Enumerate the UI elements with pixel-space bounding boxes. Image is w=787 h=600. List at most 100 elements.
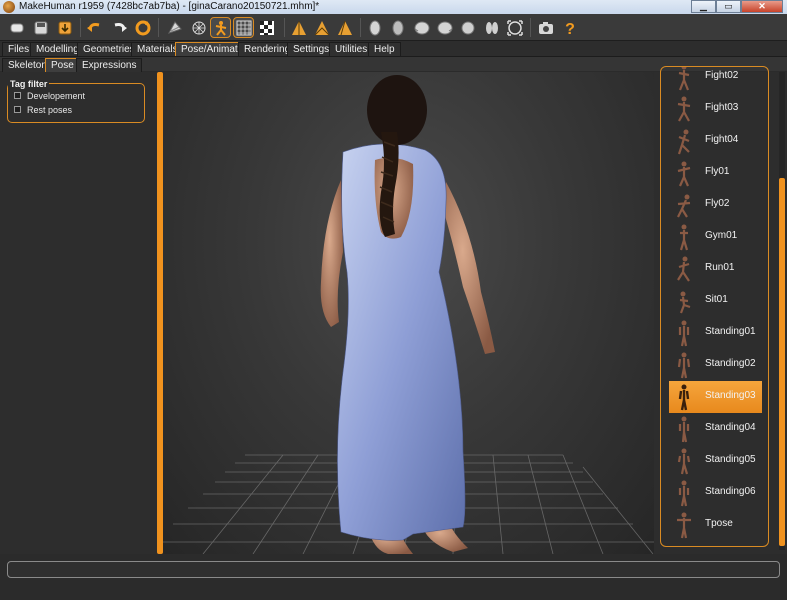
close-button[interactable]: ✕ (741, 0, 783, 13)
maximize-button[interactable]: ▭ (716, 0, 741, 13)
tab-settings[interactable]: Settings (287, 42, 336, 56)
background-icon[interactable] (256, 17, 277, 38)
pose-item[interactable]: Fly01 (661, 157, 768, 189)
pose-item[interactable]: Fly02 (661, 189, 768, 221)
pose-label: Standing06 (705, 486, 756, 497)
save-icon[interactable] (30, 17, 51, 38)
right-panel: Fight02 Fight03 Fight04 Fly01 Fly02 Gym0… (654, 66, 787, 554)
wireframe-icon[interactable] (188, 17, 209, 38)
pose-thumbnail (677, 448, 691, 475)
subtab-pose[interactable]: Pose (45, 58, 80, 72)
tag-filter-group: Tag filter Developement Rest poses (7, 79, 145, 123)
head-right-icon[interactable] (434, 17, 455, 38)
pose-item[interactable]: Gym01 (661, 221, 768, 253)
tag-option-developement[interactable]: Developement (14, 90, 85, 101)
pose-item[interactable]: Run01 (661, 253, 768, 285)
head-front-icon[interactable] (364, 17, 385, 38)
head-top-icon[interactable] (457, 17, 478, 38)
head-bottom-icon[interactable] (481, 17, 502, 38)
3d-viewport[interactable] (163, 72, 654, 554)
pose-item[interactable]: Fight04 (661, 125, 768, 157)
grid-icon[interactable] (233, 17, 254, 38)
reset-camera-icon[interactable] (504, 17, 525, 38)
tab-utilities[interactable]: Utilities (329, 42, 374, 56)
pose-label: Standing05 (705, 454, 756, 465)
side-view-icon[interactable] (334, 17, 355, 38)
pose-label: Run01 (705, 262, 735, 273)
scene-render (163, 75, 654, 554)
pose-label: Fight02 (705, 70, 739, 81)
pose-thumbnail (677, 512, 691, 539)
tag-filter-title: Tag filter (8, 79, 50, 89)
svg-text:?: ? (565, 21, 575, 37)
head-left-icon[interactable] (411, 17, 432, 38)
pose-item[interactable]: Standing06 (661, 477, 768, 509)
main-tabs: Files Modelling Geometries Materials Pos… (0, 41, 787, 56)
pose-item-selected[interactable]: Standing03 (669, 381, 762, 413)
tag-option-rest-poses[interactable]: Rest poses (14, 104, 72, 115)
pose-label: Standing01 (705, 326, 756, 337)
help-icon[interactable]: ? (559, 17, 580, 38)
window-controls: ▁ ▭ ✕ (691, 0, 783, 14)
pose-thumbnail (677, 194, 691, 218)
checkbox[interactable] (14, 106, 21, 113)
new-file-icon[interactable] (6, 17, 27, 38)
pose-label: Standing03 (705, 390, 756, 401)
pose-thumbnail (677, 96, 691, 122)
pose-thumbnail (678, 384, 690, 411)
pose-thumbnail (677, 256, 690, 282)
pose-item[interactable]: Fight02 (661, 67, 768, 93)
pose-thumbnail (677, 161, 691, 187)
pose-label: Fly01 (705, 166, 730, 177)
camera-icon[interactable] (535, 17, 556, 38)
pose-thumbnail (678, 416, 690, 443)
pose-thumbnail (678, 320, 690, 347)
front-view-icon[interactable] (288, 17, 309, 38)
pose-item[interactable]: Sit01 (661, 285, 768, 317)
window-title: MakeHuman r1959 (7428bc7ab7ba) - [ginaCa… (19, 1, 320, 12)
pose-label: Standing04 (705, 422, 756, 433)
back-view-icon[interactable] (311, 17, 332, 38)
status-bar (0, 554, 787, 600)
pose-label: Standing02 (705, 358, 756, 369)
pose-item[interactable]: Standing02 (661, 349, 768, 381)
pose-thumbnail (677, 129, 690, 155)
pose-list-scrollbar[interactable] (779, 72, 785, 550)
pose-label: Fly02 (705, 198, 730, 209)
checkbox[interactable] (14, 92, 21, 99)
pose-thumbnail (679, 224, 689, 251)
toolbar: ? (0, 14, 787, 41)
pose-list: Fight02 Fight03 Fight04 Fly01 Fly02 Gym0… (660, 66, 769, 547)
pose-label: Fight03 (705, 102, 739, 113)
redo-icon[interactable] (108, 17, 129, 38)
reset-icon[interactable] (132, 17, 153, 38)
pose-thumbnail (678, 67, 690, 91)
title-bar: MakeHuman r1959 (7428bc7ab7ba) - [ginaCa… (0, 0, 787, 14)
tab-help[interactable]: Help (368, 42, 401, 56)
pose-thumbnail (679, 291, 691, 314)
pose-item[interactable]: Standing04 (661, 413, 768, 445)
undo-icon[interactable] (84, 17, 105, 38)
status-field (7, 561, 780, 578)
tag-option-label: Rest poses (27, 104, 73, 115)
pose-label: Tpose (705, 518, 733, 529)
tag-option-label: Developement (27, 90, 86, 101)
pose-thumbnail (678, 480, 690, 507)
app-icon (3, 1, 15, 13)
pose-item[interactable]: Standing05 (661, 445, 768, 477)
scrollbar-thumb[interactable] (779, 178, 785, 546)
subtab-expressions[interactable]: Expressions (76, 58, 143, 72)
pose-label: Gym01 (705, 230, 738, 241)
pose-item[interactable]: Fight03 (661, 93, 768, 125)
pose-icon[interactable] (210, 17, 231, 38)
pose-item[interactable]: Tpose (661, 509, 768, 541)
minimize-button[interactable]: ▁ (691, 0, 716, 13)
pose-label: Sit01 (705, 294, 728, 305)
smooth-icon[interactable] (164, 17, 185, 38)
export-icon[interactable] (54, 17, 75, 38)
head-back-icon[interactable] (387, 17, 408, 38)
pose-label: Fight04 (705, 134, 739, 145)
left-panel: Tag filter Developement Rest poses (0, 72, 157, 554)
pose-thumbnail (677, 352, 691, 379)
pose-item[interactable]: Standing01 (661, 317, 768, 349)
